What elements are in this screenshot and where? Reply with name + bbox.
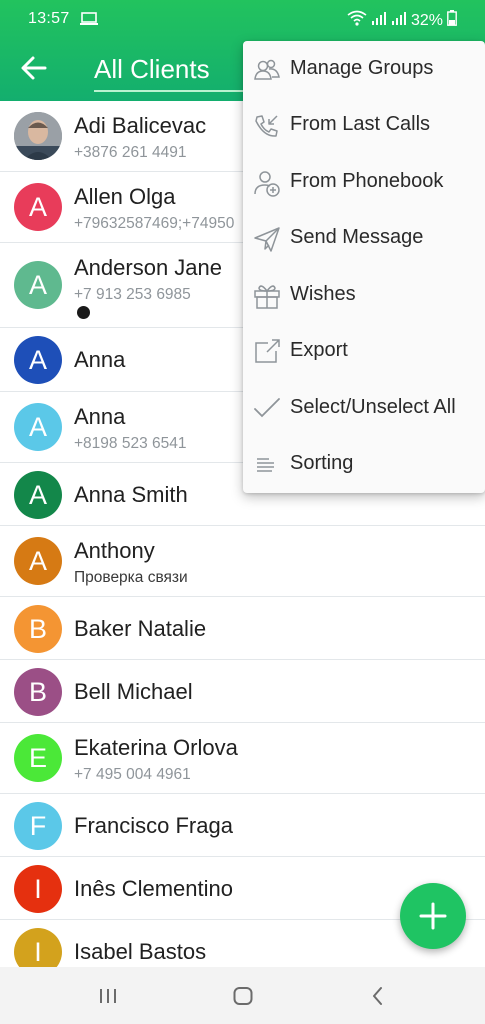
avatar: B <box>14 605 62 653</box>
menu-item-export[interactable]: Export <box>243 323 485 379</box>
back-icon <box>373 987 382 1005</box>
contact-name: Anthony <box>74 538 155 563</box>
menu-item-label: From Phonebook <box>290 170 444 192</box>
contact-name: Inês Clementino <box>74 876 233 901</box>
add-client-button[interactable] <box>400 883 466 949</box>
menu-item-from-phonebook[interactable]: From Phonebook <box>243 154 485 210</box>
home-button[interactable] <box>228 981 258 1011</box>
contact-name: Bell Michael <box>74 679 193 704</box>
menu-item-from-last-calls[interactable]: From Last Calls <box>243 97 485 153</box>
contact-phone: +7 913 253 6985 <box>74 286 191 303</box>
groups-icon <box>252 55 282 85</box>
contact-phone: +7 495 004 4961 <box>74 766 191 783</box>
contact-phone: +79632587469;+74950 <box>74 215 235 232</box>
avatar: B <box>14 668 62 716</box>
send-icon <box>252 224 282 254</box>
avatar: E <box>14 734 62 782</box>
avatar: A <box>14 403 62 451</box>
menu-item-label: Export <box>290 339 348 361</box>
avatar: I <box>14 865 62 913</box>
menu-item-manage-groups[interactable]: Manage Groups <box>243 41 485 97</box>
home-icon <box>233 987 253 1005</box>
list-item[interactable]: B Baker Natalie <box>0 597 485 660</box>
status-right: 32% <box>347 10 457 31</box>
menu-item-label: Select/Unselect All <box>290 396 456 418</box>
avatar: A <box>14 537 62 585</box>
recents-icon <box>100 989 116 1003</box>
status-dot <box>77 306 90 319</box>
avatar: A <box>14 471 62 519</box>
recents-button[interactable] <box>93 981 123 1011</box>
avatar: A <box>14 336 62 384</box>
back-button[interactable] <box>16 50 52 86</box>
contact-name: Francisco Fraga <box>74 813 233 838</box>
laptop-icon <box>80 12 98 31</box>
arrow-left-icon <box>21 56 47 80</box>
contact-name: Baker Natalie <box>74 616 207 641</box>
contact-name: Anderson Jane <box>74 255 222 280</box>
add-person-icon <box>252 168 282 198</box>
menu-item-label: From Last Calls <box>290 113 431 135</box>
menu-item-label: Send Message <box>290 226 424 248</box>
battery-icon <box>447 10 457 31</box>
status-bar: 13:57 32% <box>0 0 485 38</box>
menu-item-select-unselect-all[interactable]: Select/Unselect All <box>243 380 485 436</box>
menu-item-sorting[interactable]: Sorting <box>243 436 485 492</box>
menu-item-wishes[interactable]: Wishes <box>243 267 485 323</box>
avatar <box>14 112 62 160</box>
contact-name: Allen Olga <box>74 184 176 209</box>
menu-item-label: Wishes <box>290 283 356 305</box>
system-back-button[interactable] <box>363 981 393 1011</box>
contact-phone: +8198 523 6541 <box>74 435 187 452</box>
overflow-menu: Manage Groups From Last Calls From Phone… <box>243 41 485 493</box>
signal-icon <box>391 10 407 31</box>
contact-name: Adi Balicevac <box>74 113 207 138</box>
list-item[interactable]: E Ekaterina Orlova +7 495 004 4961 <box>0 723 485 794</box>
call-received-icon <box>252 111 282 141</box>
menu-item-label: Sorting <box>290 452 354 474</box>
plus-icon <box>419 902 447 930</box>
sort-icon <box>252 450 282 480</box>
battery-level: 32% <box>410 11 443 29</box>
menu-item-label: Manage Groups <box>290 57 434 79</box>
avatar: A <box>14 183 62 231</box>
export-icon <box>252 337 282 367</box>
list-item[interactable]: B Bell Michael <box>0 660 485 723</box>
page-title: All Clients <box>94 54 210 84</box>
menu-item-send-message[interactable]: Send Message <box>243 210 485 266</box>
list-item[interactable]: F Francisco Fraga <box>0 794 485 857</box>
status-time: 13:57 <box>28 10 70 27</box>
contact-name: Anna Smith <box>74 482 188 507</box>
contact-name: Anna <box>74 347 126 372</box>
system-nav-bar <box>0 967 485 1024</box>
contact-name: Ekaterina Orlova <box>74 735 238 760</box>
check-icon <box>252 394 282 424</box>
contact-name: Isabel Bastos <box>74 939 207 964</box>
signal-icon <box>371 10 387 31</box>
avatar: F <box>14 802 62 850</box>
avatar: A <box>14 261 62 309</box>
gift-icon <box>252 281 282 311</box>
title-underline: All Clients <box>94 52 244 92</box>
contact-name: Anna <box>74 404 126 429</box>
contact-phone: +3876 261 4491 <box>74 144 187 161</box>
contact-note: Проверка связи <box>74 569 188 586</box>
wifi-icon <box>347 10 367 31</box>
list-item[interactable]: A Anthony Проверка связи <box>0 526 485 597</box>
